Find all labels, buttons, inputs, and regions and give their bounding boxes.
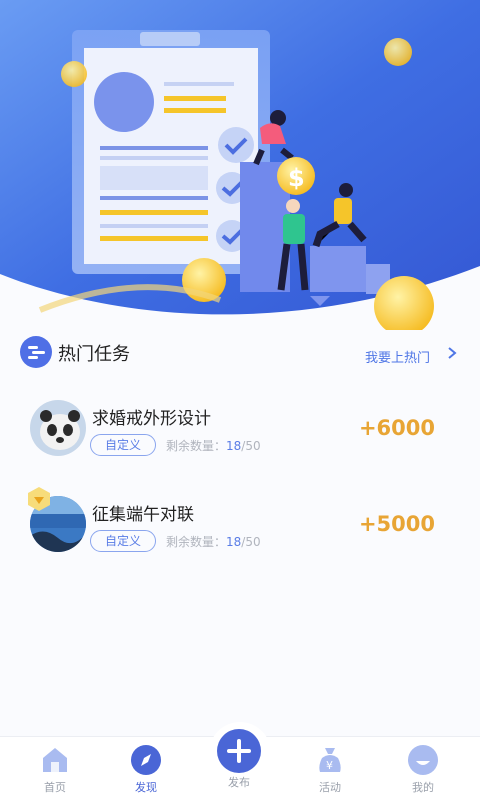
hot-badge-icon: [28, 487, 50, 511]
tab-label: 活动: [319, 781, 341, 794]
hero-banner: $: [0, 0, 480, 330]
smile-icon: [408, 745, 438, 775]
plus-icon: [217, 729, 261, 773]
task-title: 征集端午对联: [92, 505, 194, 525]
task-remaining: 剩余数量：18/50: [166, 535, 261, 549]
tab-publish[interactable]: 发布: [209, 729, 269, 800]
task-remaining: 剩余数量：18/50: [166, 439, 261, 453]
task-item[interactable]: 求婚戒外形设计 自定义 剩余数量：18/50 +6000: [0, 390, 480, 470]
task-item[interactable]: 征集端午对联 自定义 剩余数量：18/50 +5000: [0, 486, 480, 566]
go-hot-link[interactable]: 我要上热门: [365, 347, 430, 366]
task-avatar: [30, 400, 86, 456]
tab-label: 发布: [228, 776, 250, 789]
tab-mine[interactable]: 我的: [393, 736, 453, 800]
task-reward: +5000: [358, 512, 435, 536]
money-bag-icon: ¥: [319, 748, 341, 772]
section-title: 热门任务: [58, 344, 130, 365]
tab-home[interactable]: 首页: [25, 736, 85, 800]
tab-label: 我的: [412, 781, 434, 794]
svg-text:¥: ¥: [326, 759, 333, 772]
panda-avatar-image: [30, 400, 86, 456]
task-title: 求婚戒外形设计: [92, 409, 211, 429]
tab-activity[interactable]: ¥ 活动: [300, 736, 360, 800]
tab-label: 发现: [135, 781, 157, 794]
hot-tasks-header: 热门任务 我要上热门: [0, 330, 480, 376]
task-list-icon: [20, 336, 52, 368]
task-reward: +6000: [358, 416, 435, 440]
chevron-right-icon[interactable]: [444, 344, 460, 362]
tab-label: 首页: [44, 781, 66, 794]
home-icon: [43, 748, 67, 772]
svg-text:$: $: [288, 164, 305, 192]
hero-illustration: $: [0, 0, 480, 330]
tab-discover[interactable]: 发现: [116, 736, 176, 800]
task-tag: 自定义: [90, 530, 156, 552]
compass-icon: [131, 745, 161, 775]
task-tag: 自定义: [90, 434, 156, 456]
